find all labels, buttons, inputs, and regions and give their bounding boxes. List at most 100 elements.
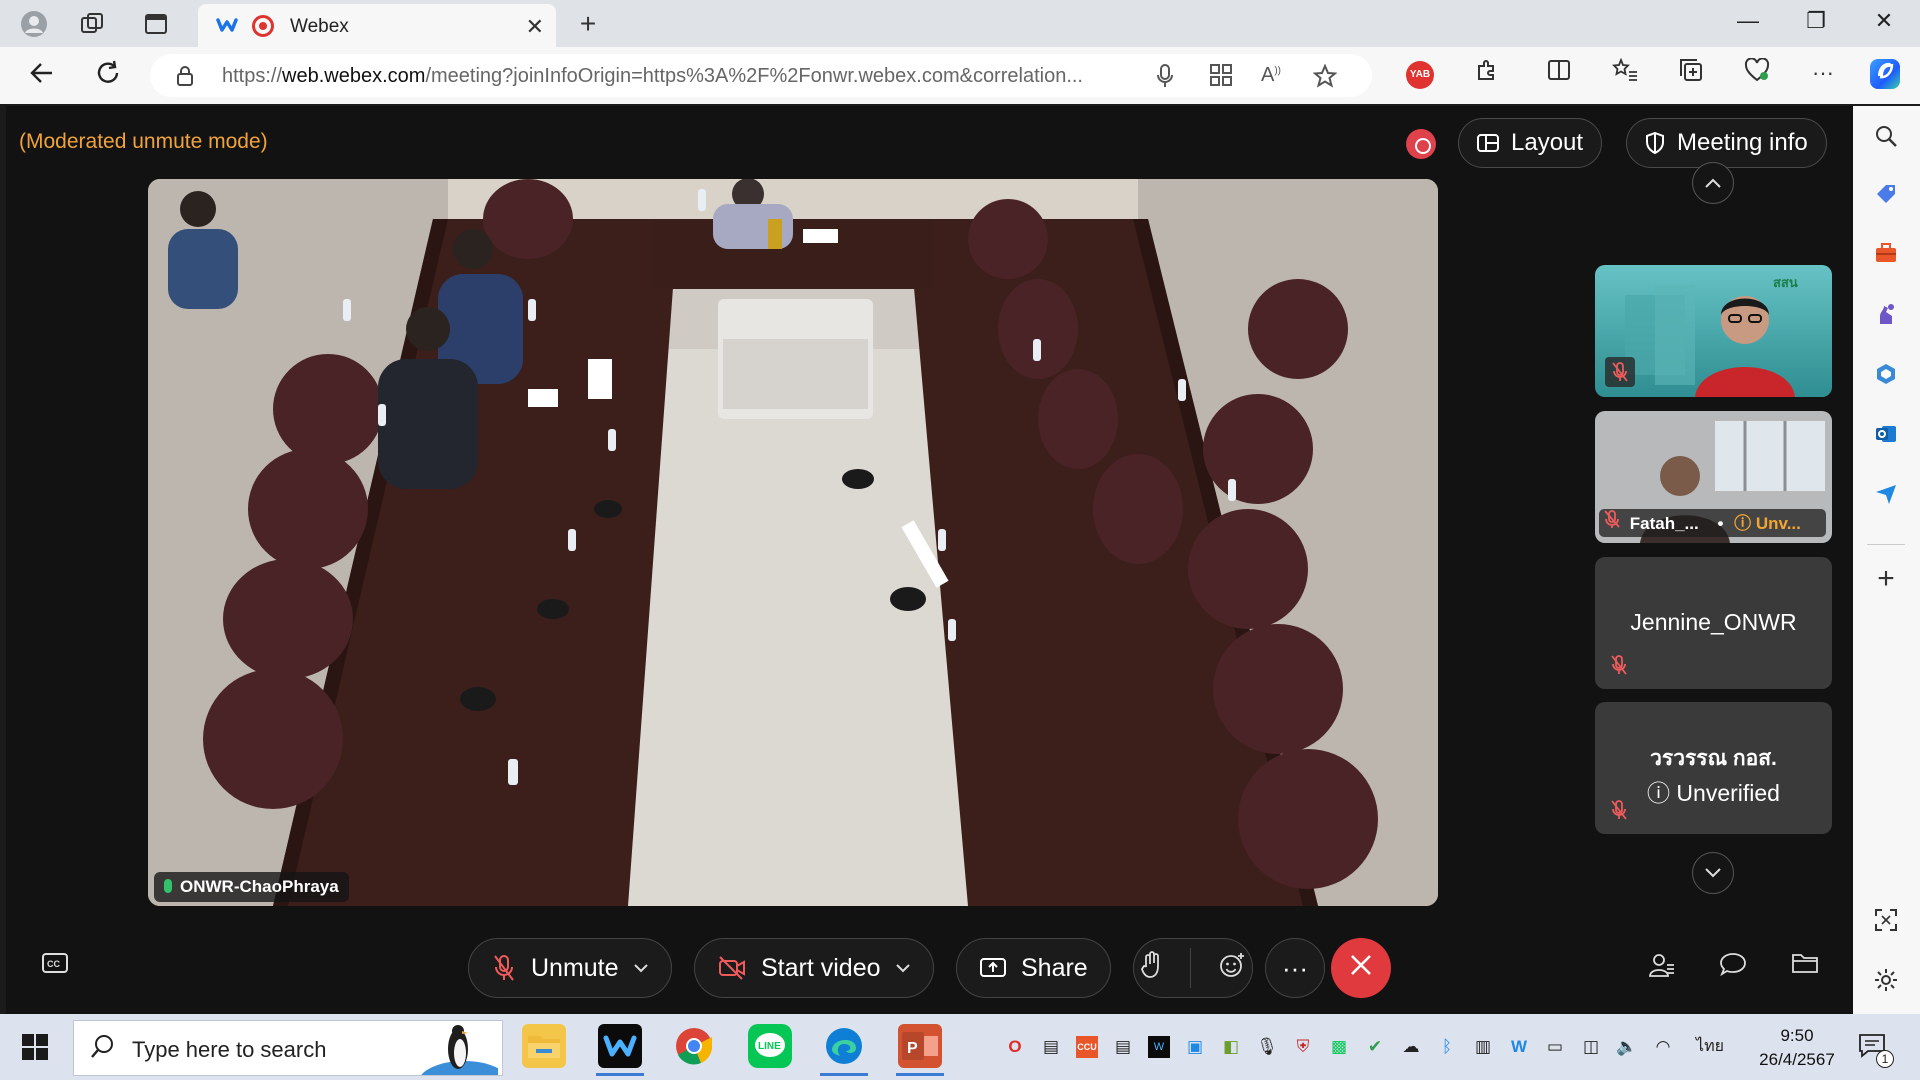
microphone-icon[interactable] [1150,64,1180,94]
divider [1190,948,1192,988]
settings-more-icon[interactable]: ··· [1808,58,1838,88]
layout-button[interactable]: Layout [1458,118,1603,168]
yab-extension-icon[interactable]: YAB [1406,61,1436,91]
chevron-down-icon[interactable] [633,963,649,973]
drop-send-icon[interactable] [1871,482,1901,512]
wifi-icon[interactable]: ◠ [1652,1036,1674,1058]
unmute-button[interactable]: Unmute [468,938,672,998]
end-call-button[interactable] [1331,938,1391,998]
unverified-icon: ⓘ [1734,514,1752,533]
share-screen-icon [980,958,1006,977]
input-language[interactable]: ไทย [1692,1036,1728,1058]
windows-start-icon[interactable] [22,1034,48,1060]
webex-app-icon[interactable] [596,1024,644,1076]
address-bar[interactable]: https://web.webex.com/meeting?joinInfoOr… [150,54,1372,97]
line-app-icon[interactable]: LINE [748,1024,792,1068]
reactions-emoji-icon[interactable] [1218,951,1246,986]
closed-captions-icon[interactable]: CC [38,951,72,985]
participant-tile[interactable]: Jennine_ONWR [1595,557,1832,689]
opera-icon[interactable]: O [1004,1036,1026,1058]
participant-tile[interactable]: Fatah_... • ⓘ Unv... [1595,411,1832,543]
powerpoint-icon[interactable]: P [896,1024,944,1076]
participant-tile[interactable]: วรวรรณ กอส. ⓘ Unverified [1595,702,1832,834]
screenshot-capture-icon[interactable] [1871,908,1901,938]
tab-close-icon[interactable]: ✕ [526,14,544,40]
edge-sidebar: + [1853,106,1920,1014]
new-tab-icon[interactable]: + [574,8,602,39]
main-video-feed[interactable]: ONWR-ChaoPhraya [148,179,1438,906]
back-icon[interactable] [26,59,58,91]
bluetooth-icon[interactable]: ᛒ [1436,1036,1458,1058]
chevron-down-icon [1705,868,1721,878]
meeting-info-button[interactable]: Meeting info [1626,118,1827,168]
browser-essentials-icon[interactable] [1742,57,1772,88]
microsoft-365-icon[interactable] [1871,362,1901,392]
refresh-icon[interactable] [92,59,124,91]
url-text[interactable]: https://web.webex.com/meeting?joinInfoOr… [222,65,1282,88]
tab-webex[interactable]: Webex ✕ [198,4,556,47]
collections-icon[interactable] [1676,58,1706,88]
network-app-icon[interactable]: ▣ [1184,1036,1206,1058]
restore-icon[interactable]: ❐ [1796,8,1836,34]
printer-icon[interactable]: ▤ [1040,1036,1062,1058]
edge-browser-icon[interactable] [820,1024,868,1076]
usb-tray-icon[interactable]: ▥ [1472,1036,1494,1058]
display-tray-icon[interactable]: ◫ [1580,1036,1602,1058]
mic-active-icon [164,879,172,893]
vertical-tabs-icon[interactable] [142,10,170,38]
split-screen-icon[interactable] [1544,58,1574,88]
participant-tile[interactable]: สสน [1595,265,1832,397]
favorites-list-icon[interactable] [1610,57,1640,88]
file-explorer-icon[interactable] [522,1024,566,1068]
search-icon [90,1033,116,1066]
clock-date: 26/4/2567 [1759,1050,1835,1069]
taskbar-search-box[interactable]: Type here to search [73,1020,503,1076]
search-icon[interactable] [1871,124,1901,154]
share-button[interactable]: Share [956,938,1111,998]
wave-app-icon[interactable]: W [1508,1036,1530,1058]
taskbar-clock[interactable]: 9:50 26/4/2567 [1752,1024,1842,1072]
chevron-down-icon[interactable] [895,963,911,973]
sidebar-settings-gear-icon[interactable] [1871,968,1901,998]
chat-icon[interactable] [1716,951,1750,985]
window-close-icon[interactable]: ✕ [1864,8,1904,34]
ccu-app-icon[interactable]: CCU [1076,1036,1098,1058]
volume-icon[interactable]: 🔈 [1616,1036,1638,1058]
workspaces-icon[interactable] [78,10,106,38]
recording-status-icon[interactable] [1406,129,1436,159]
copilot-icon[interactable] [1870,59,1900,89]
battery-icon[interactable]: ▭ [1544,1036,1566,1058]
notification-count-badge: 1 [1876,1050,1894,1068]
printer-2-icon[interactable]: ▤ [1112,1036,1134,1058]
notifications-icon[interactable]: 1 [1858,1032,1894,1068]
security-shield-icon[interactable]: ⛨ [1292,1036,1314,1058]
add-sidebar-app-icon[interactable]: + [1871,564,1901,594]
outlook-icon[interactable] [1871,422,1901,452]
chrome-icon[interactable] [672,1024,716,1068]
read-aloud-icon[interactable]: A)) [1256,64,1286,87]
shopping-tag-icon[interactable] [1871,182,1901,212]
app-available-icon[interactable] [1206,64,1236,92]
participant-name: วรวรรณ กอส. [1650,747,1777,770]
cloud-tray-icon[interactable]: ☁ [1400,1036,1422,1058]
line-tray-icon[interactable]: ▩ [1328,1036,1350,1058]
webex-meeting-area: (Moderated unmute mode) Layout Meeting i… [6,106,1853,1014]
lock-icon[interactable] [176,65,194,92]
mic-tray-icon[interactable]: 🎙 [1256,1036,1278,1058]
webex-tray-icon[interactable]: W [1148,1036,1170,1058]
participants-scroll-up-button[interactable] [1692,162,1734,204]
check-tray-icon[interactable]: ✔ [1364,1036,1386,1058]
tools-briefcase-icon[interactable] [1871,242,1901,272]
extensions-puzzle-icon[interactable] [1472,58,1502,88]
more-options-button[interactable]: ··· [1265,938,1325,998]
start-video-button[interactable]: Start video [694,938,934,998]
profile-icon[interactable] [20,10,48,38]
nvidia-icon[interactable]: ◧ [1220,1036,1242,1058]
participants-icon[interactable] [1644,951,1678,985]
minimize-icon[interactable]: — [1728,8,1768,34]
raise-hand-icon[interactable] [1140,950,1164,986]
files-folder-icon[interactable] [1788,951,1822,985]
games-icon[interactable] [1871,302,1901,332]
participants-scroll-down-button[interactable] [1692,852,1734,894]
favorite-star-icon[interactable] [1310,63,1340,94]
